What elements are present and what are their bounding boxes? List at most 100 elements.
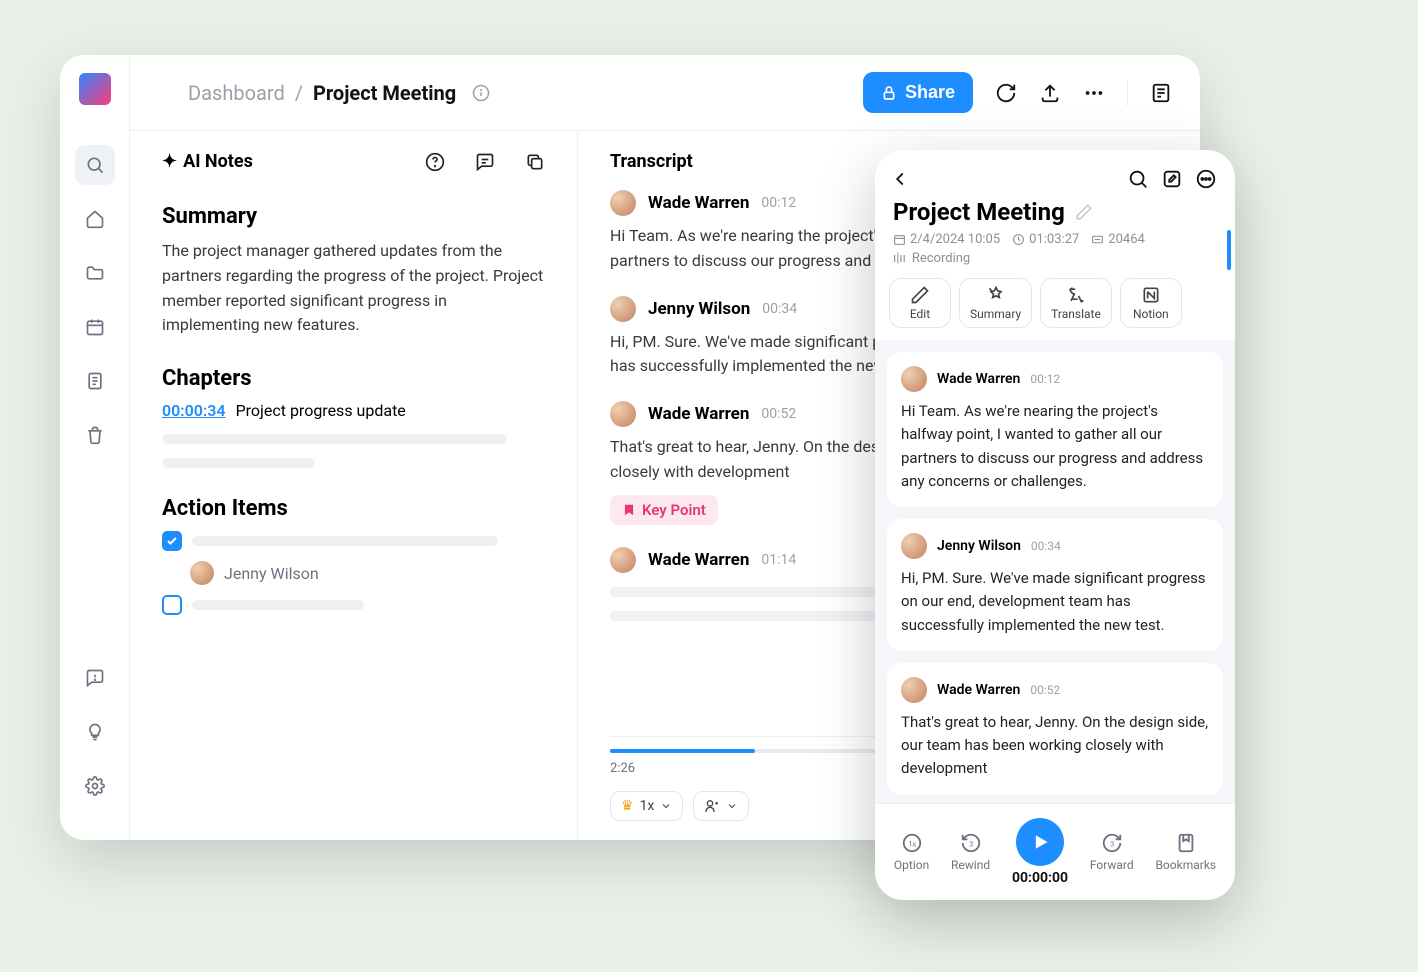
- topbar: Dashboard / Project Meeting Share: [130, 55, 1200, 131]
- action-item-1[interactable]: [162, 531, 545, 551]
- speaker-name: Wade Warren: [648, 404, 749, 424]
- checkbox-unchecked-icon[interactable]: [162, 595, 182, 615]
- translate-action[interactable]: Translate: [1040, 278, 1112, 328]
- speaker-name: Wade Warren: [648, 550, 749, 570]
- mobile-entry[interactable]: Wade Warren 00:52 That's great to hear, …: [887, 663, 1223, 795]
- checkbox-checked-icon[interactable]: [162, 531, 182, 551]
- play-button[interactable]: 00:00:00: [1012, 818, 1068, 886]
- mobile-entry[interactable]: Jenny Wilson 00:34 Hi, PM. Sure. We've m…: [887, 519, 1223, 651]
- search-icon[interactable]: [75, 145, 115, 185]
- calendar-icon[interactable]: [75, 307, 115, 347]
- avatar-icon: [610, 547, 636, 573]
- entry-text: Hi, PM. Sure. We've made significant pro…: [901, 567, 1209, 637]
- share-label: Share: [905, 82, 955, 103]
- option-button[interactable]: 1x Option: [894, 832, 929, 872]
- speaker-selector[interactable]: [693, 791, 749, 821]
- notes-pane: ✦ AI Notes: [130, 131, 578, 840]
- entry-text: That's great to hear, Jenny. On the desi…: [901, 711, 1209, 781]
- chapter-time[interactable]: 00:00:34: [162, 401, 226, 420]
- timestamp: 01:14: [761, 552, 796, 568]
- rewind-button[interactable]: 3 Rewind: [951, 832, 990, 872]
- recording-status: ı|ıı Recording: [875, 247, 1235, 278]
- meta-words: 20464: [1091, 232, 1145, 247]
- svg-text:3: 3: [969, 840, 973, 849]
- entry-text: Hi Team. As we're nearing the project's …: [901, 400, 1209, 493]
- forward-button[interactable]: 3 Forward: [1090, 832, 1134, 872]
- mobile-player: 1x Option 3 Rewind 00:00:00 3 Forward Bo…: [875, 803, 1235, 900]
- summary-action[interactable]: Summary: [959, 278, 1032, 328]
- notion-action[interactable]: Notion: [1120, 278, 1182, 328]
- keypoint-label: Key Point: [642, 501, 706, 519]
- meta-date: 2/4/2024 10:05: [893, 232, 1000, 247]
- skeleton-line: [162, 458, 315, 468]
- svg-text:3: 3: [1110, 840, 1114, 849]
- info-icon[interactable]: [472, 84, 490, 102]
- notes-icon[interactable]: [1150, 82, 1172, 104]
- skeleton-line: [192, 600, 364, 610]
- speaker-name: Jenny Wilson: [648, 299, 750, 319]
- speed-label: 1x: [640, 798, 655, 814]
- crown-icon: ♛: [621, 798, 634, 814]
- mobile-title: Project Meeting: [893, 198, 1065, 226]
- action-item-2[interactable]: [162, 595, 545, 615]
- speed-selector[interactable]: ♛ 1x: [610, 791, 683, 821]
- app-logo[interactable]: [79, 73, 111, 105]
- idea-icon[interactable]: [75, 712, 115, 752]
- notes-header: ✦ AI Notes: [130, 131, 577, 188]
- breadcrumb-root[interactable]: Dashboard: [188, 81, 285, 105]
- progress-fill: [610, 749, 755, 753]
- meta-duration: 01:03:27: [1012, 232, 1079, 247]
- action-items-title: Action Items: [162, 496, 545, 521]
- player-time: 00:00:00: [1012, 870, 1068, 886]
- upload-icon[interactable]: [1039, 82, 1061, 104]
- chapter-row[interactable]: 00:00:34 Project progress update: [162, 401, 545, 420]
- breadcrumb: Dashboard / Project Meeting: [188, 81, 490, 105]
- breadcrumb-current: Project Meeting: [313, 81, 456, 105]
- chapters-title: Chapters: [162, 366, 545, 391]
- settings-icon[interactable]: [75, 766, 115, 806]
- more-icon[interactable]: [1195, 168, 1217, 190]
- back-icon[interactable]: [889, 168, 911, 190]
- copy-icon[interactable]: [525, 152, 545, 172]
- share-button[interactable]: Share: [863, 72, 973, 113]
- edit-icon[interactable]: [1161, 168, 1183, 190]
- feedback-icon[interactable]: [75, 658, 115, 698]
- keypoint-tag[interactable]: Key Point: [610, 495, 718, 525]
- home-icon[interactable]: [75, 199, 115, 239]
- folder-icon[interactable]: [75, 253, 115, 293]
- summary-title: Summary: [162, 204, 545, 229]
- timestamp: 00:34: [1031, 539, 1061, 553]
- search-icon[interactable]: [1127, 168, 1149, 190]
- breadcrumb-sep: /: [295, 81, 303, 105]
- speaker-name: Jenny Wilson: [937, 538, 1021, 554]
- comment-icon[interactable]: [475, 152, 495, 172]
- timestamp: 00:52: [761, 406, 796, 422]
- mobile-actions: Edit Summary Translate Notion: [875, 278, 1235, 340]
- action-item-assignee: Jenny Wilson: [190, 561, 545, 585]
- help-icon[interactable]: [425, 152, 445, 172]
- skeleton-line: [192, 536, 498, 546]
- speaker-name: Wade Warren: [937, 371, 1020, 387]
- tasks-icon[interactable]: [75, 361, 115, 401]
- mobile-entry[interactable]: Wade Warren 00:12 Hi Team. As we're near…: [887, 352, 1223, 507]
- play-icon: [1016, 818, 1064, 866]
- svg-text:1x: 1x: [908, 840, 916, 849]
- trash-icon[interactable]: [75, 415, 115, 455]
- pencil-icon[interactable]: [1075, 203, 1093, 221]
- bookmarks-button[interactable]: Bookmarks: [1155, 832, 1216, 872]
- speaker-name: Wade Warren: [937, 682, 1020, 698]
- sync-icon[interactable]: [995, 82, 1017, 104]
- avatar-icon: [901, 677, 927, 703]
- edit-action[interactable]: Edit: [889, 278, 951, 328]
- avatar-icon: [610, 190, 636, 216]
- scroll-indicator: [1227, 230, 1231, 270]
- timestamp: 00:12: [1030, 372, 1060, 386]
- chapter-label: Project progress update: [236, 401, 406, 420]
- timestamp: 00:34: [762, 301, 797, 317]
- sparkle-icon: ✦: [162, 151, 177, 172]
- more-icon[interactable]: [1083, 82, 1105, 104]
- avatar-icon: [901, 533, 927, 559]
- timestamp: 00:52: [1030, 683, 1060, 697]
- mobile-body[interactable]: Wade Warren 00:12 Hi Team. As we're near…: [875, 340, 1235, 803]
- notes-title: ✦ AI Notes: [162, 151, 253, 172]
